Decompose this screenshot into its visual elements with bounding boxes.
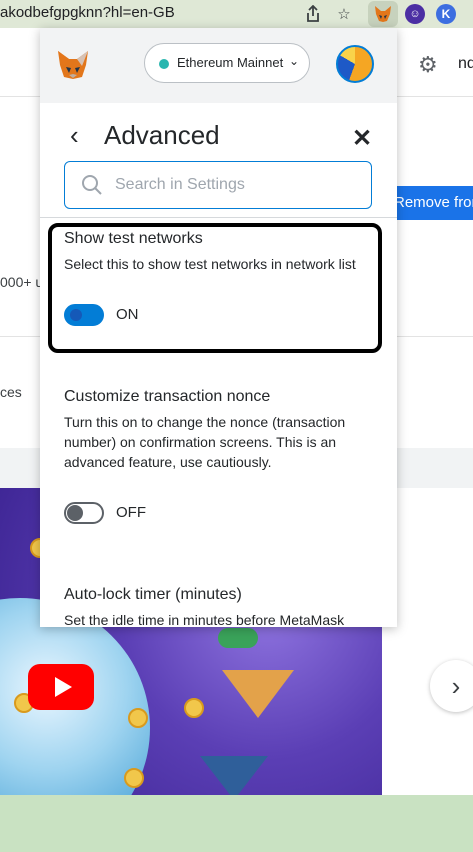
coin-icon xyxy=(124,768,144,788)
highlight-annotation-box xyxy=(48,223,382,353)
network-selector[interactable]: Ethereum Mainnet ⌄ xyxy=(144,43,310,83)
metamask-fox-icon xyxy=(375,6,391,22)
bookmark-star-icon[interactable]: ☆ xyxy=(333,3,355,25)
address-bar-url[interactable]: akodbefgpgknn?hl=en-GB xyxy=(0,4,175,21)
remove-from-chrome-button[interactable]: Remove fron xyxy=(392,186,473,220)
bottom-strip xyxy=(0,795,473,852)
toggle-knob xyxy=(67,505,83,521)
customize-nonce-toggle[interactable] xyxy=(64,502,104,524)
chevron-down-icon: ⌄ xyxy=(289,54,300,68)
page-title: Advanced xyxy=(104,120,220,150)
setting-description: Turn this on to change the nonce (transa… xyxy=(64,414,346,470)
green-creature-illustration xyxy=(218,628,258,648)
purple-extension-icon[interactable]: ☺ xyxy=(405,4,425,24)
fox-illustration xyxy=(222,670,294,718)
gear-icon[interactable]: ⚙ xyxy=(418,52,438,78)
close-icon[interactable]: ✕ xyxy=(352,124,372,153)
network-status-dot xyxy=(159,59,169,69)
k-extension-icon[interactable]: K xyxy=(436,4,456,24)
setting-customize-nonce: Customize transaction nonce Turn this on… xyxy=(40,378,397,558)
toggle-state-label: OFF xyxy=(116,504,146,521)
account-avatar[interactable] xyxy=(336,45,374,83)
setting-auto-lock-timer: Auto-lock timer (minutes) Set the idle t… xyxy=(40,576,397,627)
setting-title: Auto-lock timer (minutes) xyxy=(64,586,242,603)
dog-illustration xyxy=(200,756,268,795)
search-input[interactable] xyxy=(115,172,355,198)
setting-title: Customize transaction nonce xyxy=(64,388,271,405)
chevron-right-icon[interactable]: › xyxy=(430,660,473,712)
coin-icon xyxy=(184,698,204,718)
user-count-text: 000+ u xyxy=(0,274,44,290)
header-text-fragment: nd xyxy=(458,55,473,72)
coin-icon xyxy=(128,708,148,728)
metamask-extension-button[interactable] xyxy=(368,1,398,27)
metamask-logo-icon xyxy=(58,51,88,79)
network-name: Ethereum Mainnet xyxy=(177,55,284,70)
back-arrow-icon[interactable]: ‹ xyxy=(70,120,79,151)
share-icon[interactable] xyxy=(302,3,324,25)
browser-toolbar: akodbefgpgknn?hl=en-GB ☆ ☺ K xyxy=(0,0,473,28)
search-field[interactable] xyxy=(64,161,372,209)
popup-header: Ethereum Mainnet ⌄ xyxy=(40,28,397,103)
setting-description: Set the idle time in minutes before Meta… xyxy=(64,612,345,627)
text-fragment: ces xyxy=(0,384,22,400)
youtube-play-icon[interactable] xyxy=(28,664,94,710)
search-icon xyxy=(82,175,102,195)
